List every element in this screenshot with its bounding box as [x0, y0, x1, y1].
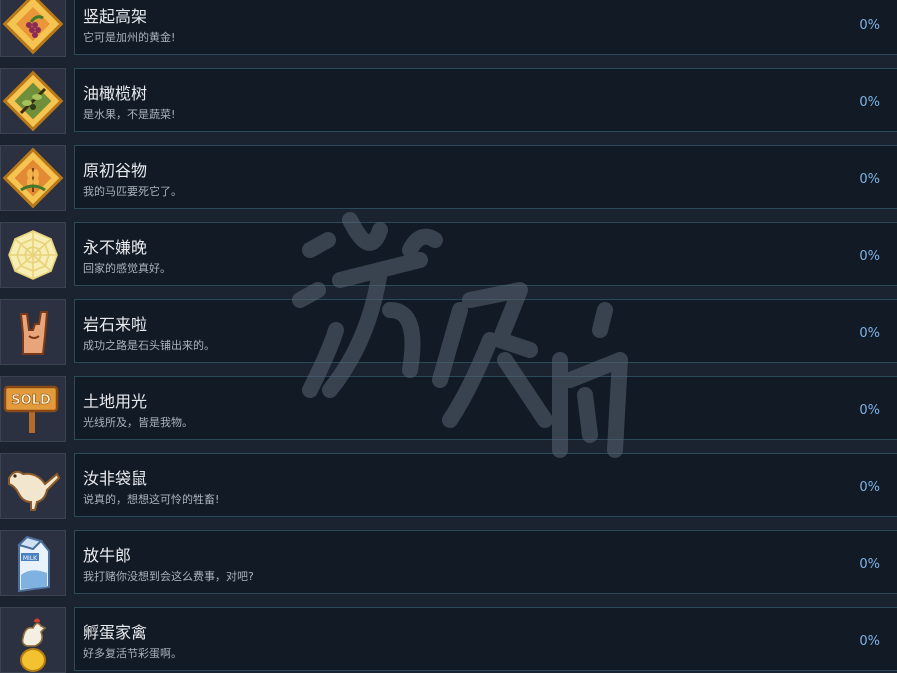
- achievement-desc: 回家的感觉真好。: [83, 262, 171, 275]
- achievement-percent: 0%: [859, 18, 880, 33]
- kangaroo-icon: [0, 453, 66, 519]
- achievement-desc: 它可是加州的黄金!: [83, 31, 176, 44]
- achievement-title: 孵蛋家禽: [83, 623, 148, 642]
- achievement-title: 岩石来啦: [83, 315, 148, 334]
- milk-carton-icon: MILK: [0, 530, 66, 596]
- achievement-title: 原初谷物: [83, 161, 148, 180]
- achievement-desc: 说真的，想想这可怜的牲畜!: [83, 493, 220, 506]
- grapes-icon: [0, 0, 66, 57]
- olive-branch-icon: [0, 68, 66, 134]
- achievement-title: 放牛郎: [83, 546, 132, 565]
- achievement-desc: 我的马匹要死它了。: [83, 185, 182, 198]
- achievement-row[interactable]: SOLD 土地用光 光线所及，皆是我物。 0%: [0, 376, 897, 442]
- achievement-desc: 光线所及，皆是我物。: [83, 416, 193, 429]
- achievement-row[interactable]: 竖起高架 它可是加州的黄金! 0%: [0, 0, 897, 57]
- achievement-percent: 0%: [859, 95, 880, 110]
- achievement-row[interactable]: 永不嫌晚 回家的感觉真好。 0%: [0, 222, 897, 288]
- spider-web-icon: [0, 222, 66, 288]
- achievement-desc: 好多复活节彩蛋啊。: [83, 647, 182, 660]
- sold-sign-icon: SOLD: [0, 376, 66, 442]
- achievement-row[interactable]: 孵蛋家禽 好多复活节彩蛋啊。 0%: [0, 607, 897, 673]
- chicken-egg-icon: [0, 607, 66, 673]
- achievement-panel: 土地用光 光线所及，皆是我物。 0%: [74, 376, 897, 440]
- achievement-percent: 0%: [859, 403, 880, 418]
- achievement-panel: 原初谷物 我的马匹要死它了。 0%: [74, 145, 897, 209]
- svg-text:MILK: MILK: [23, 555, 38, 562]
- achievement-row[interactable]: 汝非袋鼠 说真的，想想这可怜的牲畜! 0%: [0, 453, 897, 519]
- achievement-row[interactable]: 原初谷物 我的马匹要死它了。 0%: [0, 145, 897, 211]
- achievement-panel: 汝非袋鼠 说真的，想想这可怜的牲畜! 0%: [74, 453, 897, 517]
- achievement-desc: 成功之路是石头铺出来的。: [83, 339, 215, 352]
- achievement-title: 油橄榄树: [83, 84, 148, 103]
- achievement-panel: 油橄榄树 是水果，不是蔬菜! 0%: [74, 68, 897, 132]
- achievement-row[interactable]: 油橄榄树 是水果，不是蔬菜! 0%: [0, 68, 897, 134]
- achievement-percent: 0%: [859, 480, 880, 495]
- achievement-percent: 0%: [859, 249, 880, 264]
- achievement-percent: 0%: [859, 326, 880, 341]
- achievement-panel: 放牛郎 我打赌你没想到会这么费事，对吧? 0%: [74, 530, 897, 594]
- achievement-title: 汝非袋鼠: [83, 469, 148, 488]
- achievement-row[interactable]: MILK 放牛郎 我打赌你没想到会这么费事，对吧? 0%: [0, 530, 897, 596]
- achievement-title: 永不嫌晚: [83, 238, 148, 257]
- achievement-title: 土地用光: [83, 392, 148, 411]
- rock-hand-icon: [0, 299, 66, 365]
- achievement-panel: 竖起高架 它可是加州的黄金! 0%: [74, 0, 897, 55]
- achievement-panel: 岩石来啦 成功之路是石头铺出来的。 0%: [74, 299, 897, 363]
- achievement-panel: 孵蛋家禽 好多复活节彩蛋啊。 0%: [74, 607, 897, 671]
- achievement-desc: 是水果，不是蔬菜!: [83, 108, 176, 121]
- achievement-percent: 0%: [859, 634, 880, 649]
- achievement-row[interactable]: 岩石来啦 成功之路是石头铺出来的。 0%: [0, 299, 897, 365]
- wheat-icon: [0, 145, 66, 211]
- achievement-title: 竖起高架: [83, 7, 148, 26]
- achievement-percent: 0%: [859, 557, 880, 572]
- svg-text:SOLD: SOLD: [11, 393, 51, 408]
- achievement-panel: 永不嫌晚 回家的感觉真好。 0%: [74, 222, 897, 286]
- achievement-percent: 0%: [859, 172, 880, 187]
- achievement-desc: 我打赌你没想到会这么费事，对吧?: [83, 570, 254, 583]
